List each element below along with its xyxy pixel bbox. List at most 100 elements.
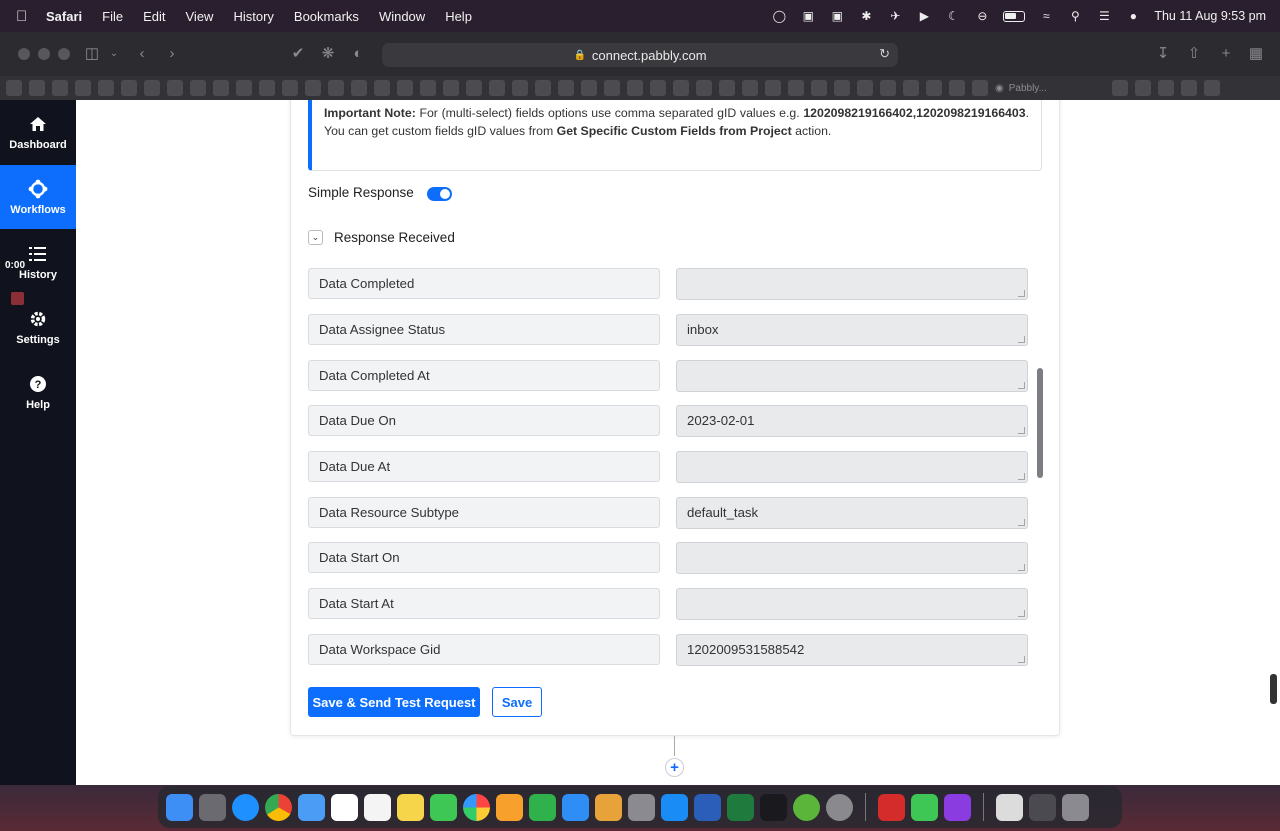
tab-favicon[interactable] [535, 80, 551, 96]
tab-favicon[interactable] [420, 80, 436, 96]
tab-favicon[interactable] [696, 80, 712, 96]
tab-favicon[interactable] [949, 80, 965, 96]
word-icon[interactable] [694, 793, 721, 821]
tab-pabbly[interactable]: ◉ Pabbly... [995, 80, 1105, 96]
control-center-icon[interactable]: ☰ [1096, 8, 1112, 24]
search-icon[interactable]: ⚲ [1067, 8, 1083, 24]
launchpad-icon[interactable] [199, 793, 226, 821]
response-received-header[interactable]: ⌄ Response Received [308, 230, 455, 245]
sidebar-item-help[interactable]: ? Help [0, 360, 76, 424]
tab-favicon[interactable] [811, 80, 827, 96]
messages-icon[interactable] [430, 793, 457, 821]
facetime-icon[interactable] [911, 793, 938, 821]
tab-favicon[interactable] [328, 80, 344, 96]
tab-favicon[interactable] [236, 80, 252, 96]
system-preferences-icon[interactable] [826, 793, 853, 821]
tab-favicon[interactable] [880, 80, 896, 96]
save-send-test-button[interactable]: Save & Send Test Request [308, 687, 480, 717]
simple-response-toggle[interactable] [426, 187, 452, 201]
finder-icon[interactable] [166, 793, 193, 821]
screenshot-icon[interactable] [1029, 793, 1056, 821]
chevron-down-icon[interactable]: ⌄ [308, 230, 323, 245]
response-scrollbar[interactable] [1037, 368, 1043, 478]
tab-favicon[interactable] [351, 80, 367, 96]
tab-favicon[interactable] [719, 80, 735, 96]
menu-edit[interactable]: Edit [143, 9, 165, 24]
preview-icon[interactable] [628, 793, 655, 821]
tab-favicon[interactable] [1112, 80, 1128, 96]
tab-favicon[interactable] [834, 80, 850, 96]
acrobat-icon[interactable] [878, 793, 905, 821]
reminders-icon[interactable] [364, 793, 391, 821]
tab-favicon[interactable] [972, 80, 988, 96]
tab-overview-icon[interactable]: ▦ [1246, 44, 1266, 64]
new-tab-icon[interactable]: + [1216, 44, 1236, 64]
tab-favicon[interactable] [650, 80, 666, 96]
apple-icon[interactable]:  [16, 8, 32, 25]
response-value[interactable] [676, 588, 1028, 620]
downloads-icon[interactable]: ↧ [1153, 44, 1173, 64]
tab-favicon[interactable] [282, 80, 298, 96]
menu-history[interactable]: History [233, 9, 273, 24]
tab-favicon[interactable] [627, 80, 643, 96]
share-icon[interactable]: ⇧ [1184, 44, 1204, 64]
tab-favicon[interactable] [397, 80, 413, 96]
menu-app-name[interactable]: Safari [46, 9, 82, 24]
forward-icon[interactable]: › [162, 44, 182, 64]
utorrent-icon[interactable] [793, 793, 820, 821]
tab-favicon[interactable] [558, 80, 574, 96]
tab-favicon[interactable] [52, 80, 68, 96]
tab-favicon[interactable] [466, 80, 482, 96]
mosaic-icon[interactable] [595, 793, 622, 821]
wifi-icon[interactable]: ≈ [1038, 8, 1054, 24]
gear-icon[interactable]: ✱ [858, 8, 874, 24]
address-bar[interactable]: 🔒 connect.pabbly.com ↻ [382, 43, 898, 67]
add-step-button[interactable]: + [665, 758, 684, 777]
tab-favicon[interactable] [788, 80, 804, 96]
minimize-window-button[interactable] [38, 48, 50, 60]
save-button[interactable]: Save [492, 687, 542, 717]
extension-grid-icon[interactable]: ❋ [318, 44, 338, 64]
menu-file[interactable]: File [102, 9, 123, 24]
photos-icon[interactable] [463, 793, 490, 821]
menubar-datetime[interactable]: Thu 11 Aug 9:53 pm [1154, 9, 1266, 23]
tab-favicon[interactable] [121, 80, 137, 96]
notes-icon[interactable] [397, 793, 424, 821]
response-value[interactable]: inbox [676, 314, 1028, 346]
screen-app-icon[interactable] [944, 793, 971, 821]
back-icon[interactable]: ‹ [132, 44, 152, 64]
sidebar-toggle-icon[interactable]: ◫ [82, 44, 102, 64]
play-icon[interactable]: ▶ [916, 8, 932, 24]
tab-favicon[interactable] [6, 80, 22, 96]
document-icon[interactable] [996, 793, 1023, 821]
tab-favicon[interactable] [1181, 80, 1197, 96]
tab-favicon[interactable] [190, 80, 206, 96]
menu-bookmarks[interactable]: Bookmarks [294, 9, 359, 24]
battery-icon[interactable] [1003, 10, 1026, 22]
tab-favicon[interactable] [857, 80, 873, 96]
keynote-icon[interactable] [562, 793, 589, 821]
tab-favicon[interactable] [75, 80, 91, 96]
tab-favicon[interactable] [489, 80, 505, 96]
vpn-icon[interactable]: ⊖ [974, 8, 990, 24]
response-value[interactable] [676, 451, 1028, 483]
sparkle-app-icon[interactable] [760, 793, 787, 821]
tab-favicon[interactable] [1204, 80, 1220, 96]
numbers-icon[interactable] [529, 793, 556, 821]
app-store-icon[interactable] [661, 793, 688, 821]
tab-favicon[interactable] [305, 80, 321, 96]
tab-favicon[interactable] [604, 80, 620, 96]
tab-favicon[interactable] [1135, 80, 1151, 96]
siri-icon[interactable]: ● [1125, 8, 1141, 24]
mail-icon[interactable] [298, 793, 325, 821]
moon-icon[interactable]: ☾ [945, 8, 961, 24]
tab-favicon[interactable] [213, 80, 229, 96]
menu-view[interactable]: View [186, 9, 214, 24]
trash-icon[interactable] [1062, 793, 1089, 821]
tab-favicon[interactable] [512, 80, 528, 96]
plane-icon[interactable]: ✈ [887, 8, 903, 24]
safari-icon[interactable] [232, 793, 259, 821]
sidebar-item-workflows[interactable]: Workflows [0, 165, 76, 229]
sidebar-item-dashboard[interactable]: Dashboard [0, 100, 76, 164]
tab-favicon[interactable] [581, 80, 597, 96]
